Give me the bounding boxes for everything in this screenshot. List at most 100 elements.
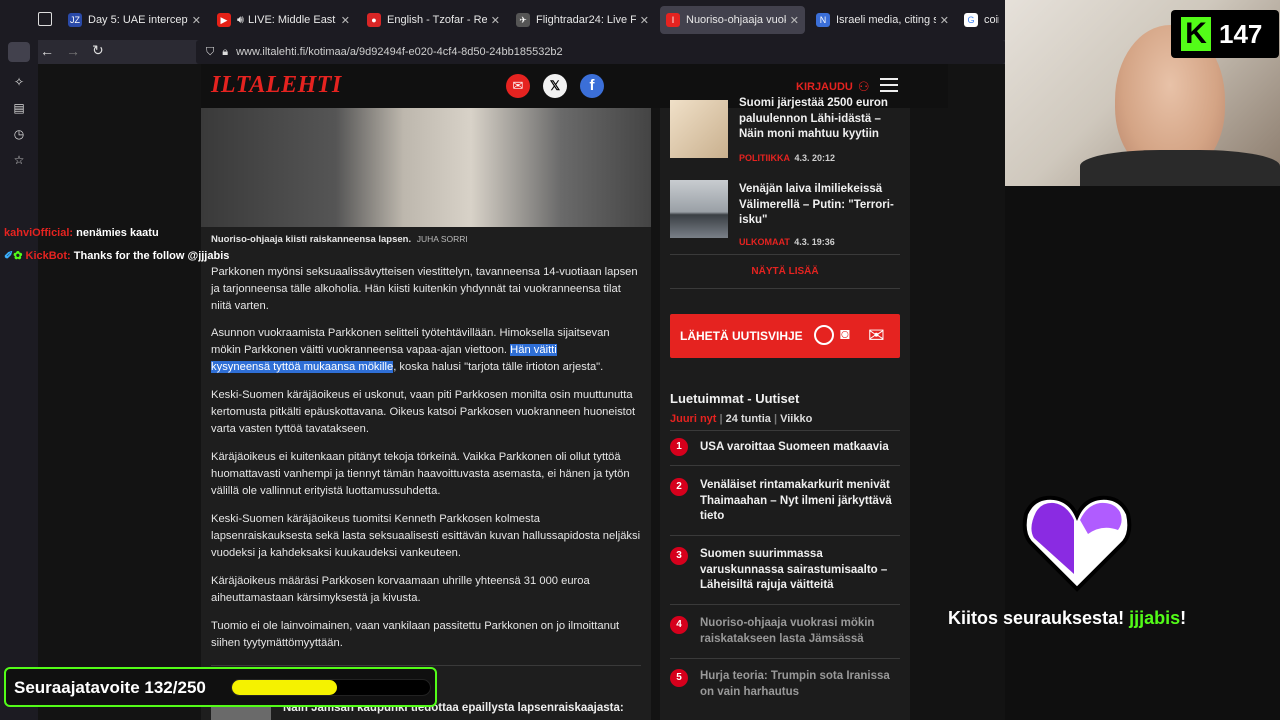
close-icon[interactable]: ✕ [491, 14, 500, 27]
mail-icon[interactable]: ✉ [506, 74, 530, 98]
browser-tab[interactable]: ▶ 🔊︎LIVE: Middle East real-t ✕ [211, 6, 356, 34]
web-page: ILTALEHTI ✉ 𝕏 f KIRJAUDU ⚇ Nuoriso-ohjaa… [38, 64, 1005, 720]
webcam-overlay: K 147 [1005, 0, 1280, 186]
selected-text: Hän väitti [510, 344, 557, 356]
news-tag: ULKOMAAT [739, 237, 790, 247]
right-sidebar: Suomi järjestää 2500 euron paluulennon L… [660, 97, 910, 720]
url-bar[interactable]: ⛉ 🔒︎ www.iltalehti.fi/kotimaa/a/9d92494f… [196, 40, 1005, 64]
browser-tab[interactable]: ✈ Flightradar24: Live Flight Tr ✕ [510, 6, 655, 34]
news-tip-banner[interactable]: LÄHETÄ UUTISVIHJE ◙ ✉ [670, 314, 900, 358]
news-tag: POLITIIKKA [739, 153, 790, 163]
tab-title: coinfli [984, 14, 999, 26]
tab-title: Nuoriso-ohjaaja vuokrasi m [686, 14, 786, 26]
paragraph: Keski-Suomen käräjäoikeus ei uskonut, va… [211, 389, 636, 435]
history-icon[interactable]: ▤ [11, 100, 27, 116]
selected-text: kysyneensä tyttöä mukaansa mökille [211, 361, 394, 373]
paragraph-text: , koska halusi "tarjota tälle irtioton a… [393, 361, 604, 373]
speaker-icon[interactable]: 🔊︎ [237, 14, 244, 27]
show-more-link[interactable]: NÄYTÄ LISÄÄ [660, 266, 910, 277]
navigation-bar: ← → ↻ ⛉ 🔒︎ www.iltalehti.fi/kotimaa/a/9d… [0, 40, 1005, 64]
favicon-icon: N [816, 13, 830, 27]
browser-tab[interactable]: JZ Day 5: UAE intercepts 3 mis ✕ [62, 6, 207, 34]
tab-title: Israeli media, citing sources [836, 14, 936, 26]
browser-sidebar: ✧ ▤ ◷ ☆ [0, 40, 38, 720]
list-item[interactable]: 3 Suomen suurimmassa varuskunnassa saira… [670, 547, 910, 607]
divider [670, 430, 900, 431]
facebook-icon[interactable]: f [580, 74, 604, 98]
clock-icon[interactable]: ◷ [11, 126, 27, 142]
chat-message: ✐✿ KickBot: Thanks for the follow @jjjab… [4, 249, 229, 262]
rank-title: Venäläiset rintamakarkurit menivät Thaim… [700, 479, 892, 522]
news-card[interactable]: Venäjän laiva ilmiliekeissä Välimerellä … [670, 180, 910, 250]
browser-tab[interactable]: N Israeli media, citing sources ✕ [810, 6, 955, 34]
login-label: KIRJAUDU [796, 81, 853, 93]
most-read-title: Luetuimmat - Uutiset [670, 391, 800, 406]
rank-badge: 4 [670, 616, 688, 634]
paragraph: Asunnon vuokraamista Parkkonen selitteli… [211, 325, 641, 376]
tab-juuri-nyt[interactable]: Juuri nyt [670, 413, 716, 425]
favicon-icon: G [964, 13, 978, 27]
x-icon[interactable]: 𝕏 [543, 74, 567, 98]
news-title: Suomi järjestää 2500 euron paluulennon L… [739, 97, 888, 140]
article-divider [211, 665, 641, 666]
rank-badge: 3 [670, 547, 688, 565]
menu-icon[interactable] [880, 78, 898, 92]
news-thumbnail [670, 100, 728, 158]
browser-tab[interactable]: Gcoinfli [958, 6, 1005, 34]
favicon-icon: ▶ [217, 13, 231, 27]
alert-text: Kiitos seurauksesta! [948, 608, 1130, 628]
streamer-shirt [1080, 150, 1280, 186]
browser-tab[interactable]: I Nuoriso-ohjaaja vuokrasi m ✕ [660, 6, 805, 34]
banner-label: LÄHETÄ UUTISVIHJE [680, 329, 803, 343]
lock-icon: 🔒︎ [222, 45, 229, 58]
paragraph: Käräjäoikeus ei kuitenkaan pitänyt tekoj… [211, 451, 630, 497]
sidebar-toggle-icon[interactable] [8, 42, 30, 62]
browser-tab[interactable]: ● English - Tzofar - Red Alert ✕ [361, 6, 506, 34]
chat-username: KickBot: [25, 250, 71, 262]
article-photo [201, 108, 651, 227]
paragraph: Keski-Suomen käräjäoikeus tuomitsi Kenne… [211, 513, 641, 559]
article-body: Nuoriso-ohjaaja kiisti raiskanneensa lap… [201, 108, 651, 720]
reload-icon[interactable]: ↻ [92, 42, 104, 59]
bookmarks-icon[interactable]: ☆ [11, 152, 27, 168]
site-logo[interactable]: ILTALEHTI [211, 72, 342, 99]
news-time: 4.3. 19:36 [794, 237, 835, 247]
forward-icon[interactable]: → [66, 43, 80, 59]
close-icon[interactable]: ✕ [192, 14, 201, 27]
divider [670, 535, 900, 536]
list-item[interactable]: 5 Hurja teoria: Trumpin sota Iranissa on… [670, 669, 910, 719]
caption-credit: JUHA SORRI [416, 234, 468, 244]
tab-title: Flightradar24: Live Flight Tr [536, 14, 636, 26]
chat-username: kahviOfficial: [4, 227, 74, 239]
alert-username: jjjabis [1129, 608, 1181, 628]
divider [670, 254, 900, 255]
favicon-icon: ✈ [516, 13, 530, 27]
caption-text: Nuoriso-ohjaaja kiisti raiskanneensa lap… [211, 234, 412, 245]
rank-title: USA varoittaa Suomeen matkaavia [700, 441, 889, 453]
close-icon[interactable]: ✕ [341, 14, 350, 27]
news-thumbnail [670, 180, 728, 238]
tab-24h[interactable]: 24 tuntia [726, 413, 771, 425]
most-read-tabs: Juuri nyt | 24 tuntia | Viikko [670, 413, 812, 425]
viewer-count: 147 [1219, 18, 1263, 49]
tab-title: LIVE: Middle East real-t [247, 14, 337, 26]
close-icon[interactable]: ✕ [790, 14, 799, 27]
paragraph: Parkkonen myönsi seksuaalissävytteisen v… [211, 266, 638, 312]
list-item[interactable]: 2 Venäläiset rintamakarkurit menivät Tha… [670, 478, 910, 538]
list-item[interactable]: 1 USA varoittaa Suomeen matkaavia [670, 438, 910, 478]
ai-chat-icon[interactable]: ✧ [11, 74, 27, 90]
rank-title: Nuoriso-ohjaaja vuokrasi mökin raiskatak… [700, 617, 875, 645]
close-icon[interactable]: ✕ [940, 14, 949, 27]
back-icon[interactable]: ← [40, 43, 54, 59]
shield-icon: ⛉ [206, 45, 215, 58]
tab-list-icon[interactable] [38, 12, 52, 26]
bot-badge-icon: ✿ [13, 250, 23, 262]
favicon-icon: ● [367, 13, 381, 27]
rank-title: Hurja teoria: Trumpin sota Iranissa on v… [700, 670, 890, 698]
news-card[interactable]: Suomi järjestää 2500 euron paluulennon L… [670, 97, 910, 170]
tab-week[interactable]: Viikko [780, 413, 812, 425]
close-icon[interactable]: ✕ [640, 14, 649, 27]
rank-badge: 1 [670, 438, 688, 456]
tab-title: Day 5: UAE intercepts 3 mis [88, 14, 188, 26]
login-button[interactable]: KIRJAUDU ⚇ [796, 79, 870, 95]
